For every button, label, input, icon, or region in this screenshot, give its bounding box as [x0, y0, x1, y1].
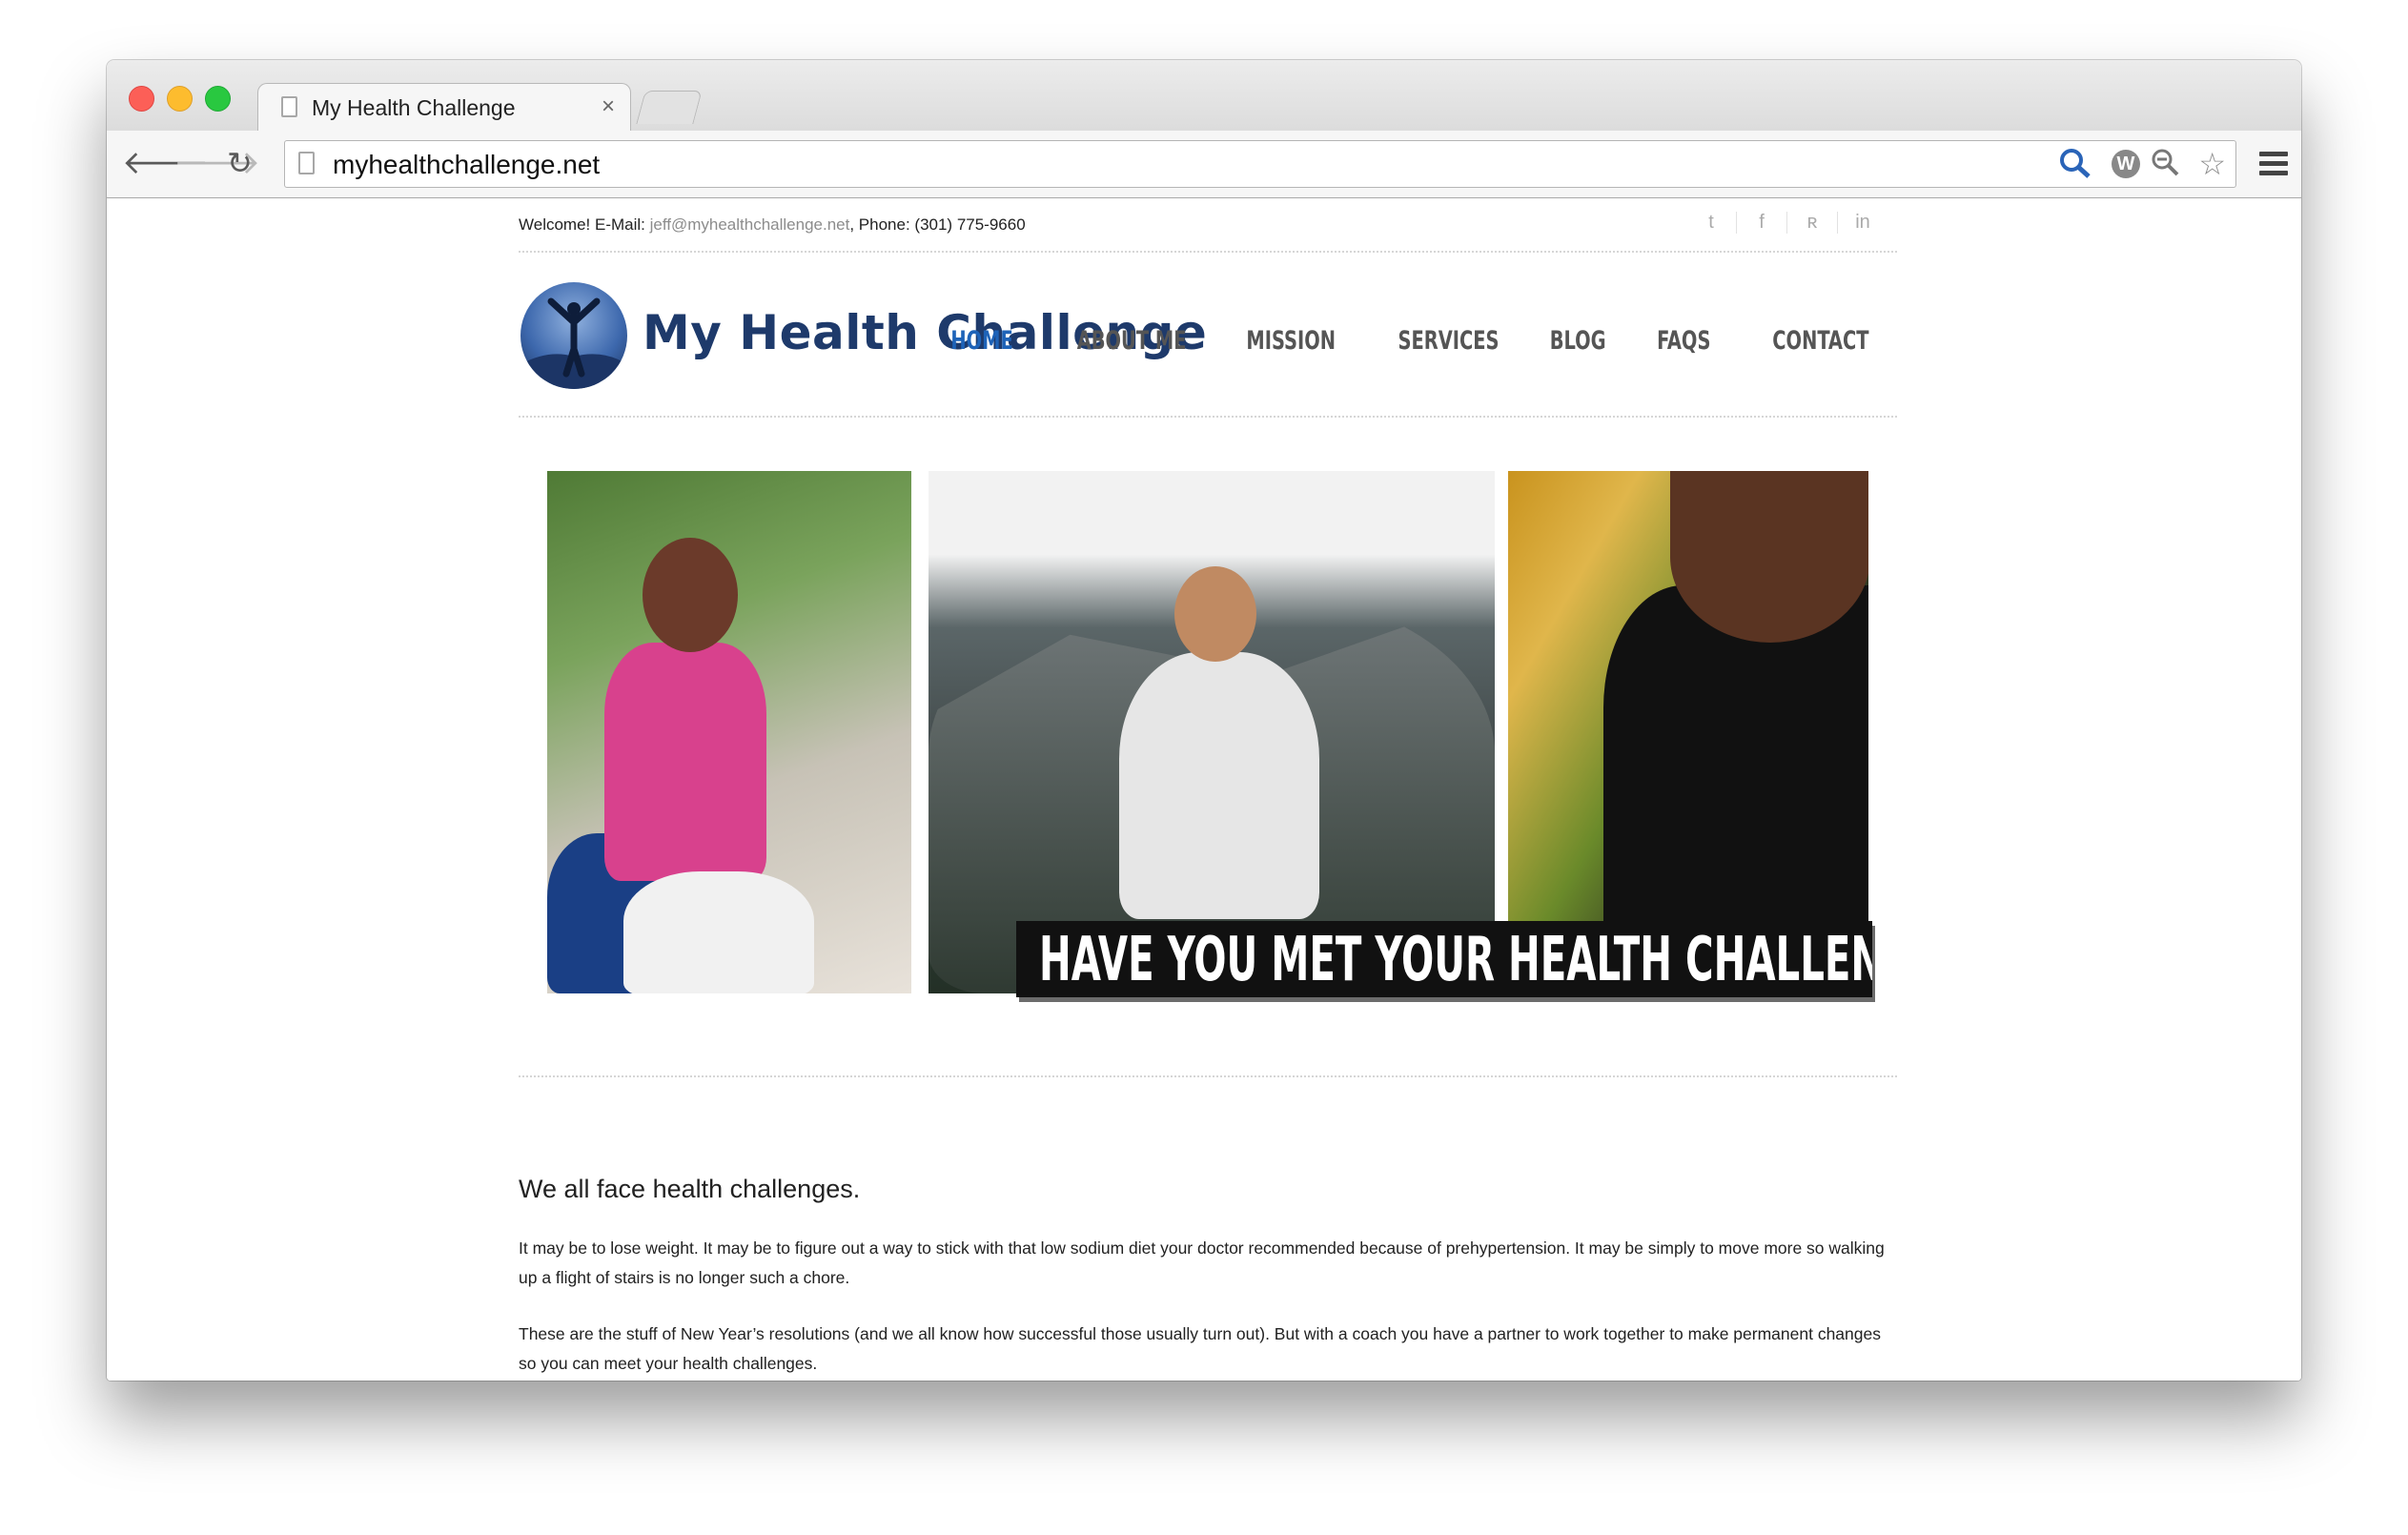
hero-photo-woman-bicycle	[547, 471, 911, 993]
social-links: t f ʀ in	[1686, 212, 1888, 234]
welcome-label: Welcome! E-Mail:	[519, 215, 650, 234]
nav-about-me[interactable]: ABOUT ME	[1077, 326, 1187, 356]
hero-banner-text: HAVE YOU MET YOUR HEALTH CHALLENGE?	[1039, 925, 1872, 995]
welcome-text: Welcome! E-Mail: jeff@myhealthchallenge.…	[519, 215, 1026, 235]
tab-title: My Health Challenge	[312, 95, 516, 120]
intro-paragraph-2: These are the stuff of New Year’s resolu…	[519, 1324, 1881, 1373]
nav-home[interactable]: HOME	[950, 326, 1012, 356]
zoom-icon[interactable]	[2150, 147, 2180, 184]
phone-text: , Phone: (301) 775-9660	[849, 215, 1026, 234]
page-icon	[298, 152, 315, 174]
contact-topbar: Welcome! E-Mail: jeff@myhealthchallenge.…	[519, 198, 1897, 253]
new-tab-button[interactable]	[636, 91, 703, 124]
bookmark-star-icon[interactable]: ☆	[2198, 147, 2226, 181]
linkedin-icon[interactable]: in	[1837, 212, 1888, 234]
nav-contact[interactable]: CONTACT	[1772, 326, 1868, 356]
maximize-window-button[interactable]	[205, 86, 231, 112]
page-viewport: Welcome! E-Mail: jeff@myhealthchallenge.…	[107, 198, 2301, 1381]
nav-faqs[interactable]: FAQS	[1657, 326, 1710, 356]
site-header: My Health Challenge HOME ABOUT ME MISSIO…	[519, 252, 1897, 418]
email-link[interactable]: jeff@myhealthchallenge.net	[650, 215, 850, 234]
hero-photo-man-mountain	[929, 471, 1495, 993]
main-navigation: HOME ABOUT ME MISSION SERVICES BLOG FAQS…	[898, 326, 1868, 356]
close-tab-icon[interactable]: ×	[602, 93, 615, 120]
hero-collage: HAVE YOU MET YOUR HEALTH CHALLENGE?	[547, 471, 1872, 1011]
url-text[interactable]: myhealthchallenge.net	[333, 150, 600, 180]
minimize-window-button[interactable]	[167, 86, 193, 112]
hero-banner: HAVE YOU MET YOUR HEALTH CHALLENGE?	[1016, 921, 1872, 997]
address-bar[interactable]: myhealthchallenge.net W ☆	[284, 140, 2236, 188]
tab-my-health-challenge[interactable]: My Health Challenge ×	[257, 83, 631, 132]
browser-window: My Health Challenge × 🡐 🡒 ↻ myhealthchal…	[107, 60, 2301, 1381]
section-divider	[519, 1075, 1897, 1077]
intro-paragraph-1: It may be to lose weight. It may be to f…	[519, 1238, 1885, 1287]
facebook-icon[interactable]: f	[1736, 212, 1786, 234]
nav-services[interactable]: SERVICES	[1398, 326, 1499, 356]
logo-icon[interactable]	[520, 282, 627, 389]
wordpress-icon[interactable]: W	[2112, 150, 2140, 178]
tab-strip: My Health Challenge ×	[107, 60, 2301, 132]
intro-heading: We all face health challenges.	[519, 1175, 861, 1203]
hero-photo-man-vegetables	[1508, 471, 1868, 993]
rss-icon[interactable]: ʀ	[1786, 212, 1837, 234]
nav-blog[interactable]: BLOG	[1550, 326, 1606, 356]
close-window-button[interactable]	[129, 86, 154, 112]
page-icon	[281, 96, 297, 117]
nav-mission[interactable]: MISSION	[1246, 326, 1336, 356]
twitter-icon[interactable]: t	[1686, 212, 1736, 234]
reload-icon[interactable]: ↻	[227, 144, 253, 182]
magnifier-extension-icon[interactable]	[2058, 147, 2092, 186]
browser-menu-icon[interactable]	[2259, 152, 2288, 180]
browser-toolbar: 🡐 🡒 ↻ myhealthchallenge.net W ☆	[107, 131, 2301, 198]
